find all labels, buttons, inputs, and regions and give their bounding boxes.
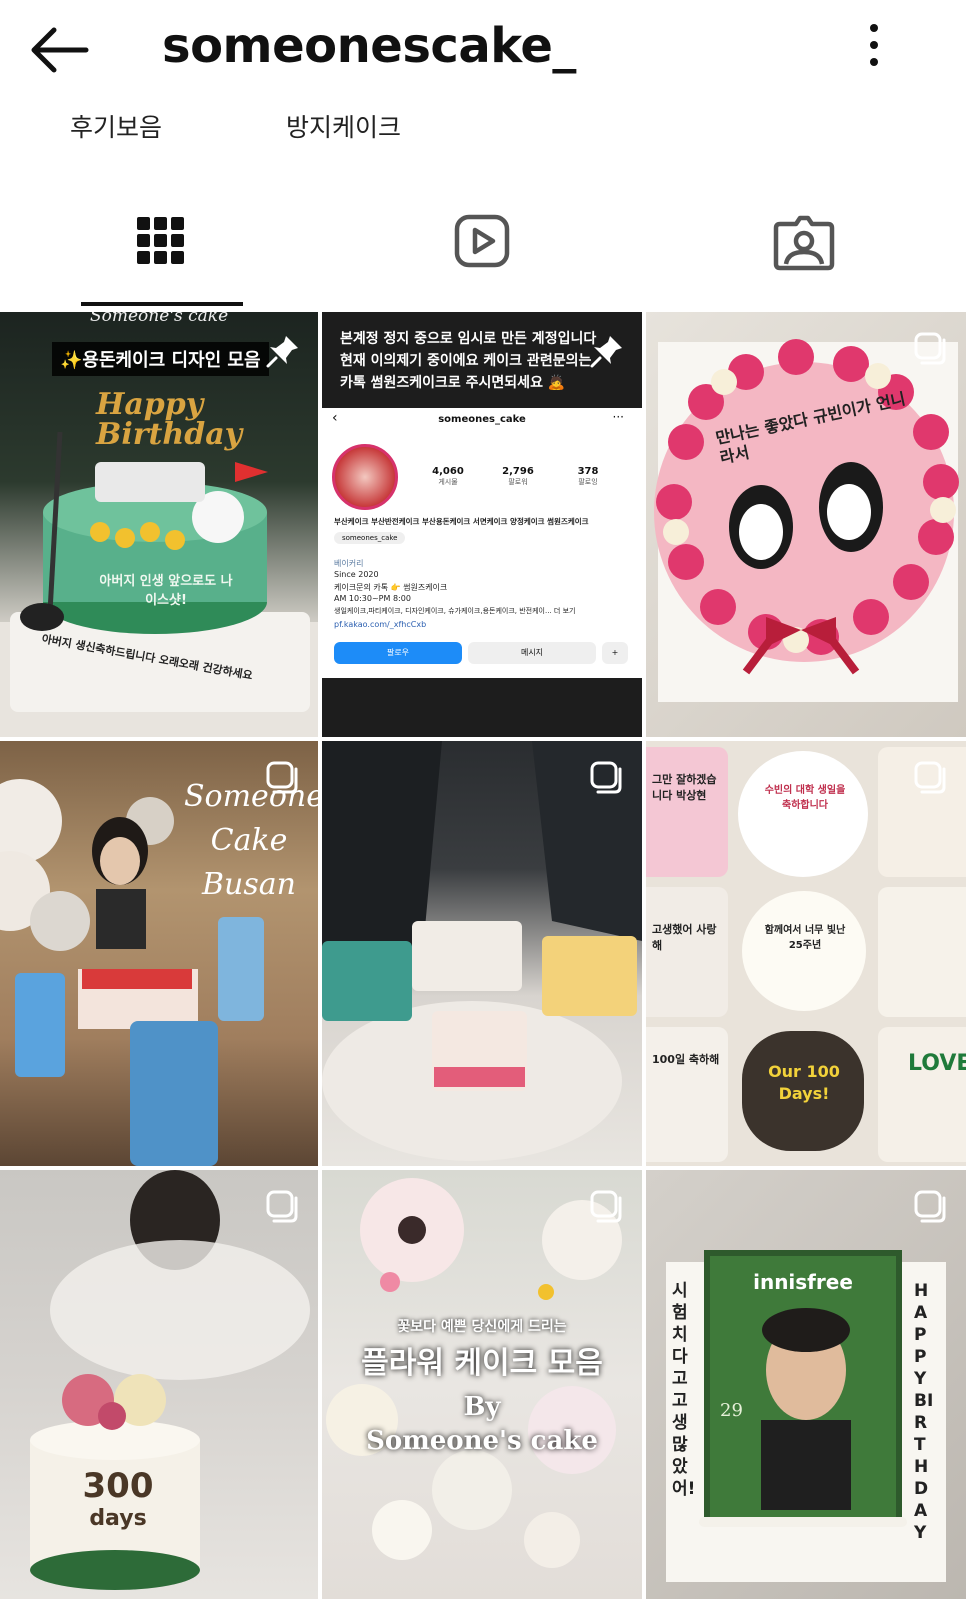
mock-threads-badge: someones_cake xyxy=(334,532,406,544)
back-arrow-icon[interactable] xyxy=(28,22,92,78)
highlight-label[interactable]: 방지케이크 xyxy=(286,112,401,144)
post-tile[interactable]: 그만 잘하겠습니다 박상현 수빈의 대학 생일을 축하합니다 고생했어 사랑해 … xyxy=(646,741,966,1166)
grid-icon xyxy=(137,217,184,264)
mini-cake-text: 100일 축하해 xyxy=(652,1053,720,1066)
mock-avatar xyxy=(332,444,398,510)
profile-tabs xyxy=(0,196,966,308)
overlay-text-line: Cake xyxy=(210,823,288,858)
cake-number: 300 xyxy=(82,1466,154,1506)
side-message-right: HAPPY BIRTHDAY xyxy=(914,1281,934,1543)
mini-cake-text: LOVE xyxy=(908,1051,966,1076)
mock-back-icon: ‹ xyxy=(332,410,338,426)
multiple-photos-icon xyxy=(914,332,946,365)
overlay-small-text: 꽃보다 예쁜 당신에게 드리는 xyxy=(397,1319,567,1335)
post-tile[interactable] xyxy=(322,741,642,1166)
multiple-photos-icon xyxy=(266,1190,298,1223)
post-tile[interactable]: innisfree 29 시험 치다고 고생 많았어! HAPPY BIRTHD… xyxy=(646,1170,966,1599)
mock-stat-label: 팔로워 xyxy=(508,478,528,486)
multiple-photos-icon xyxy=(590,1190,622,1223)
mock-stat-label: 팔로잉 xyxy=(578,478,598,486)
mock-stat-label: 게시물 xyxy=(438,478,458,486)
active-tab-indicator xyxy=(81,302,243,306)
tab-tagged[interactable] xyxy=(764,214,844,274)
mini-cake-text: Our 100 Days! xyxy=(768,1062,840,1103)
mock-bio-title: 부산케이크 부산반전케이크 부산용돈케이크 서면케이크 양정케이크 썸원즈케이크 xyxy=(334,517,589,526)
mock-message-button: 메시지 xyxy=(468,642,596,664)
mock-username: someones_cake xyxy=(438,414,526,425)
pin-icon xyxy=(266,336,298,368)
mini-cake-text: 고생했어 사랑해 xyxy=(652,923,717,952)
post-tile[interactable]: 만나는 좋았다 규빈이가 언니라서 xyxy=(646,312,966,737)
overlay-title: 플라워 케이크 모음 xyxy=(361,1346,603,1381)
multiple-photos-icon xyxy=(914,761,946,794)
overlay-brand-text: Someone's cake xyxy=(90,312,229,326)
reels-icon xyxy=(454,214,510,268)
mock-bio-line: 케이크문의 카톡 👉 썸원즈케이크 xyxy=(334,583,448,592)
mock-bio-line: 생일케이크,파티케이크, 디자인케이크, 슈가케이크,용돈케이크, 반전케이..… xyxy=(334,607,576,615)
side-message-left: 시험 치다고 고생 많았어! xyxy=(672,1281,696,1499)
portrait-cake-image xyxy=(654,339,959,702)
mini-cake-text: 수빈의 대학 생일을 축하합니다 xyxy=(764,785,846,811)
notice-line: 본계정 정지 중으로 임시로 만든 계정입니다 xyxy=(340,331,597,347)
post-caption: ✨용돈케이크 디자인 모음 xyxy=(52,342,269,376)
mock-more-icon: ··· xyxy=(612,410,624,424)
tab-reels[interactable] xyxy=(443,214,523,274)
cake-word: days xyxy=(89,1506,147,1531)
notice-line: 현재 이의제기 중이에요 케이크 관련문의는 xyxy=(340,353,592,369)
mock-category: 베이커리 xyxy=(334,559,364,568)
posts-grid: Someone's cake ✨용돈케이크 디자인 모음 Happy Birth… xyxy=(0,312,966,1599)
flower-cake-image xyxy=(30,1170,310,1590)
mock-follow-button: 팔로우 xyxy=(334,642,462,664)
overlay-brand: Someone's cake xyxy=(366,1426,598,1456)
mock-add-person-icon: + xyxy=(602,642,628,664)
story-highlights: 후기보음 방지케이크 xyxy=(0,112,966,146)
cake-display-image xyxy=(322,741,642,1161)
username-title: someonescake_ xyxy=(162,18,576,74)
overlay-text-line: Busan xyxy=(202,867,296,902)
notice-line: 카톡 썸원즈케이크로 주시면되세요 🙇 xyxy=(340,375,566,391)
multiple-photos-icon xyxy=(914,1190,946,1223)
post-tile[interactable]: 꽃보다 예쁜 당신에게 드리는 플라워 케이크 모음 By Someone's … xyxy=(322,1170,642,1599)
cake-topper-text: Happy Birthday xyxy=(96,387,243,452)
tagged-person-icon xyxy=(773,215,835,271)
flower-bouquet-image xyxy=(326,1178,622,1568)
tab-posts-grid[interactable] xyxy=(121,214,201,274)
more-options-icon[interactable] xyxy=(862,24,886,76)
mini-cake-text: 그만 잘하겠습니다 박상현 xyxy=(652,773,717,802)
mini-cake-collage: 그만 잘하겠습니다 박상현 수빈의 대학 생일을 축하합니다 고생했어 사랑해 … xyxy=(646,741,966,1166)
pin-icon xyxy=(590,336,622,368)
post-tile[interactable]: 300 days xyxy=(0,1170,318,1599)
mock-link: pf.kakao.com/_xfhcCxb xyxy=(334,620,427,629)
post-tile[interactable]: 본계정 정지 중으로 임시로 만든 계정입니다 현재 이의제기 중이에요 케이크… xyxy=(322,312,642,737)
brand-text: innisfree xyxy=(753,1270,853,1294)
photo-number: 29 xyxy=(720,1400,743,1421)
highlight-label[interactable]: 후기보음 xyxy=(70,112,162,144)
mock-bio-line: AM 10:30~PM 8:00 xyxy=(334,594,411,603)
overlay-by: By xyxy=(463,1392,501,1422)
multiple-photos-icon xyxy=(266,761,298,794)
mock-bio-line: Since 2020 xyxy=(334,570,379,579)
post-tile[interactable]: Someone's cake ✨용돈케이크 디자인 모음 Happy Birth… xyxy=(0,312,318,737)
mini-cake-text: 함께여서 너무 빛난 25주년 xyxy=(764,925,846,951)
mock-stat-value: 2,796 xyxy=(502,466,534,477)
multiple-photos-icon xyxy=(590,761,622,794)
post-tile[interactable]: Someone Cake Busan xyxy=(0,741,318,1166)
cake-message: 아버지 인생 앞으로도 나이스샷! xyxy=(99,574,233,608)
profile-header: someonescake_ xyxy=(0,0,966,100)
mock-stat-value: 378 xyxy=(577,466,599,477)
profile-screenshot: someones_cake ‹ ··· 4,060 게시물 2,796 팔로워 37… xyxy=(322,408,642,678)
mock-stat-value: 4,060 xyxy=(432,466,464,477)
